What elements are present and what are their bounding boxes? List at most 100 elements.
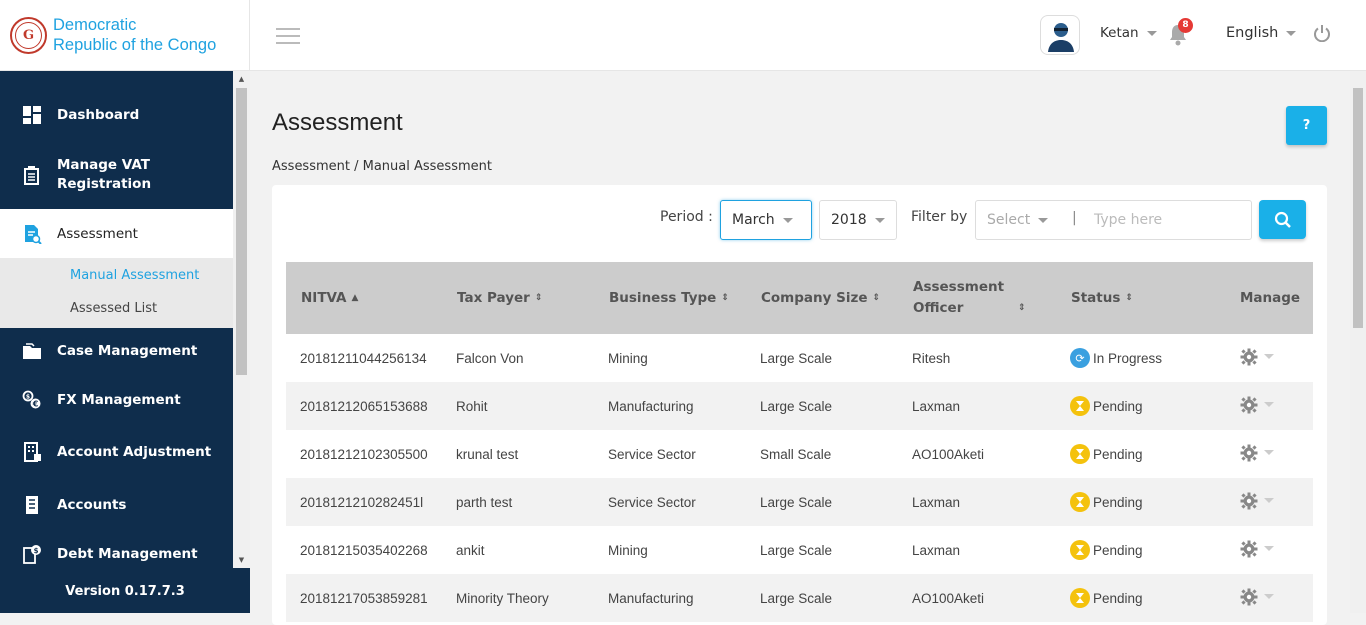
page-scroll-thumb[interactable] xyxy=(1353,88,1363,328)
column-header-nitva[interactable]: NITVA ▲ xyxy=(286,262,442,334)
receipt-icon xyxy=(26,496,38,514)
cell-nitva: 20181212102305500 xyxy=(300,446,428,462)
cell-taxpayer: parth test xyxy=(456,494,513,510)
status-label: Pending xyxy=(1093,446,1143,462)
sort-icon: ⇕ xyxy=(534,293,543,303)
cell-officer: Laxman xyxy=(912,494,961,510)
sidebar-item-assessment[interactable]: Assessment xyxy=(0,209,233,258)
manage-dropdown[interactable] xyxy=(1240,588,1274,606)
power-icon[interactable] xyxy=(1313,24,1331,42)
chevron-down-icon xyxy=(1264,450,1274,455)
column-header-company-size[interactable]: Company Size ⇕ xyxy=(746,262,898,334)
coins-icon: $ xyxy=(23,545,41,564)
help-button[interactable]: ? xyxy=(1286,106,1327,145)
user-menu[interactable]: Ketan xyxy=(1100,25,1157,41)
sidebar-item-label: Account Adjustment xyxy=(57,444,212,460)
scroll-up-arrow-icon[interactable]: ▲ xyxy=(236,74,247,84)
scroll-down-arrow-icon[interactable]: ▼ xyxy=(236,555,247,565)
table-row[interactable]: 20181217053859281 Minority Theory Manufact… xyxy=(286,574,1313,622)
main-content: Assessment ? Assessment / Manual Assessm… xyxy=(250,71,1350,625)
avatar[interactable] xyxy=(1040,15,1080,55)
filter-select[interactable]: Select xyxy=(987,212,1049,228)
seal-icon: G xyxy=(10,16,47,54)
cell-officer: Laxman xyxy=(912,542,961,558)
chevron-down-icon xyxy=(1264,354,1274,359)
column-header-status[interactable]: Status ⇕ xyxy=(1056,262,1240,334)
header-label: Manage xyxy=(1240,290,1301,306)
chevron-down-icon xyxy=(1146,30,1157,36)
cell-officer: Ritesh xyxy=(912,350,951,366)
sidebar-scroll-thumb[interactable] xyxy=(236,88,247,375)
svg-text:$: $ xyxy=(34,547,39,555)
folder-icon xyxy=(23,343,41,359)
month-value: March xyxy=(732,212,775,228)
sort-icon: ⇕ xyxy=(1018,302,1026,313)
chevron-down-icon xyxy=(782,217,793,223)
assessment-card: Period : March 2018 Filter by Select | T… xyxy=(272,185,1327,625)
search-button[interactable] xyxy=(1259,200,1306,239)
cell-company-size: Large Scale xyxy=(760,590,833,606)
chevron-down-icon xyxy=(874,217,885,223)
breadcrumb: Assessment / Manual Assessment xyxy=(272,159,492,174)
gear-icon xyxy=(1240,444,1258,461)
sidebar-item-fx-management[interactable]: € $ FX Management xyxy=(0,377,233,423)
cell-nitva: 20181211044256134 xyxy=(300,350,427,366)
sidebar-item-case-management[interactable]: Case Management xyxy=(0,328,233,374)
sidebar-item-dashboard[interactable]: Dashboard xyxy=(0,89,233,141)
table-row[interactable]: 20181212102305500 krunal test Service Sect… xyxy=(286,430,1313,478)
column-header-taxpayer[interactable]: Tax Payer ⇕ xyxy=(442,262,594,334)
cell-nitva: 2018121210282451l xyxy=(300,494,424,510)
cell-taxpayer: krunal test xyxy=(456,446,519,462)
cell-business-type: Mining xyxy=(608,542,648,558)
dashboard-icon xyxy=(23,106,41,124)
gear-icon xyxy=(1240,588,1258,605)
manage-dropdown[interactable] xyxy=(1240,396,1274,414)
manage-dropdown[interactable] xyxy=(1240,444,1274,462)
cell-manage xyxy=(1240,574,1313,622)
cell-taxpayer: Minority Theory xyxy=(456,590,549,606)
status-label: Pending xyxy=(1093,542,1143,558)
filter-separator: | xyxy=(1072,210,1077,226)
sidebar-item-accounts[interactable]: Accounts xyxy=(0,482,233,528)
gear-icon xyxy=(1240,396,1258,413)
assessment-table: NITVA ▲ Tax Payer ⇕ Business Type ⇕ Company… xyxy=(286,262,1313,622)
cell-manage xyxy=(1240,430,1313,478)
sort-icon: ⇕ xyxy=(721,293,729,303)
brand-name: Democratic Republic of the Congo xyxy=(53,15,216,55)
column-header-business-type[interactable]: Business Type ⇕ xyxy=(594,262,746,334)
manage-dropdown[interactable] xyxy=(1240,348,1274,366)
cell-status: Pending xyxy=(1056,478,1240,526)
cell-status: Pending xyxy=(1056,526,1240,574)
column-header-officer[interactable]: Assessment Officer ⇕ xyxy=(898,262,1056,334)
submenu-manual-assessment[interactable]: Manual Assessment xyxy=(0,258,233,292)
language-label: English xyxy=(1226,25,1279,41)
table-row[interactable]: 20181212065153688 Rohit Manufacturing Large… xyxy=(286,382,1313,430)
hourglass-icon xyxy=(1070,588,1090,608)
table-row[interactable]: 20181215035402268 ankit Mining Large Scale L… xyxy=(286,526,1313,574)
cell-business-type: Service Sector xyxy=(608,494,696,510)
brand-logo[interactable]: G Democratic Republic of the Congo xyxy=(0,0,250,71)
svg-text:$: $ xyxy=(26,394,30,401)
manage-dropdown[interactable] xyxy=(1240,540,1274,558)
gear-icon xyxy=(1240,540,1258,557)
cell-status: Pending xyxy=(1056,574,1240,622)
cell-status: Pending xyxy=(1056,430,1240,478)
assessment-icon xyxy=(25,224,42,244)
sidebar-item-account-adjustment[interactable]: Account Adjustment xyxy=(0,429,233,475)
hamburger-menu-icon[interactable] xyxy=(276,28,300,44)
table-row[interactable]: 20181211044256134 Falcon Von Mining Large S… xyxy=(286,334,1313,382)
submenu-assessed-list[interactable]: Assessed List xyxy=(0,292,233,326)
month-select[interactable]: March xyxy=(720,200,812,240)
year-select[interactable]: 2018 xyxy=(819,200,897,240)
language-select[interactable]: English xyxy=(1226,25,1297,41)
gear-icon xyxy=(1240,492,1258,509)
sidebar-item-label: Assessment xyxy=(57,225,138,242)
sidebar-item-manage-vat[interactable]: Manage VAT Registration xyxy=(0,149,233,201)
cell-taxpayer: Rohit xyxy=(456,398,488,414)
sort-icon: ⇕ xyxy=(872,293,881,303)
table-row[interactable]: 2018121210282451l parth test Service Secto… xyxy=(286,478,1313,526)
search-input[interactable]: Type here xyxy=(1094,212,1162,228)
cell-company-size: Large Scale xyxy=(760,398,833,414)
manage-dropdown[interactable] xyxy=(1240,492,1274,510)
cell-officer: AO100Aketi xyxy=(912,446,985,462)
